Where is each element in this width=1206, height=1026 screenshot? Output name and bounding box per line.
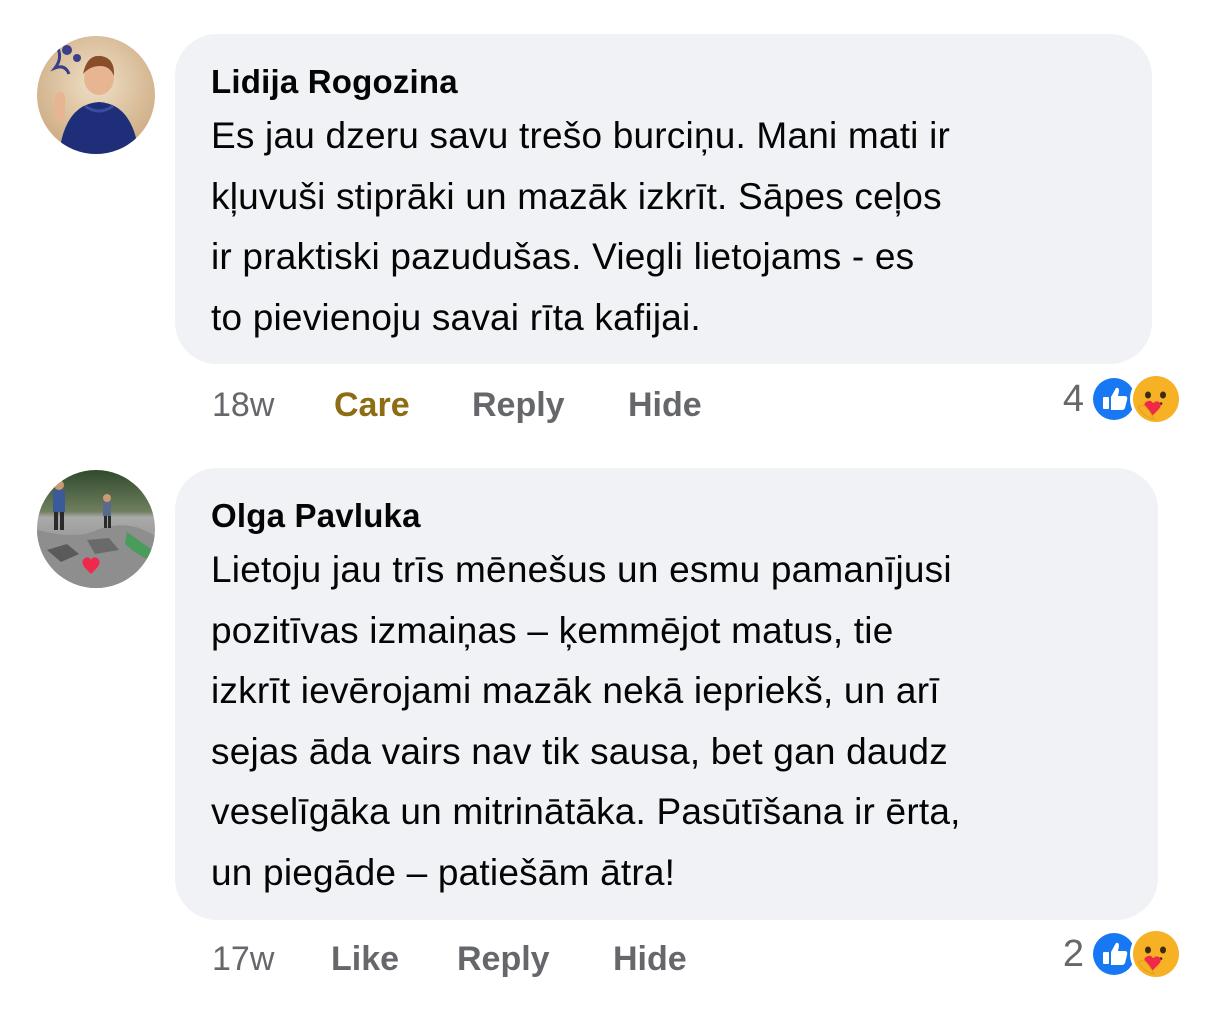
comment-timestamp[interactable]: 17w bbox=[212, 940, 331, 979]
care-reaction-button[interactable]: Care bbox=[334, 386, 472, 425]
comment-text: Es jau dzeru savu trešo burciņu. Mani ma… bbox=[211, 115, 951, 338]
reaction-count: 2 bbox=[1062, 932, 1084, 975]
comment-timestamp[interactable]: 18w bbox=[212, 386, 334, 425]
reaction-count: 4 bbox=[1062, 377, 1084, 420]
care-icon bbox=[1130, 373, 1182, 425]
comment-bubble: Olga Pavluka Lietoju jau trīs mēnešus un… bbox=[175, 468, 1158, 920]
comment-author[interactable]: Olga Pavluka bbox=[211, 496, 1124, 536]
reaction-summary[interactable]: 4 bbox=[1063, 371, 1184, 427]
reply-button[interactable]: Reply bbox=[457, 940, 613, 979]
reply-button[interactable]: Reply bbox=[472, 386, 628, 425]
comment-text: Lietoju jau trīs mēnešus un esmu pamanīj… bbox=[211, 549, 961, 893]
reaction-summary[interactable]: 2 bbox=[1063, 926, 1184, 982]
comment-actions: 18w Care Reply Hide bbox=[212, 383, 702, 427]
reaction-icons bbox=[1090, 928, 1184, 980]
hide-button[interactable]: Hide bbox=[613, 940, 687, 979]
reaction-icons bbox=[1090, 373, 1184, 425]
comments-page: Lidija Rogozina Es jau dzeru savu trešo … bbox=[0, 0, 1206, 1026]
comment-author[interactable]: Lidija Rogozina bbox=[211, 62, 1118, 102]
avatar[interactable] bbox=[37, 36, 155, 154]
like-button[interactable]: Like bbox=[331, 940, 457, 979]
comment-actions: 17w Like Reply Hide bbox=[212, 937, 687, 981]
comment-bubble: Lidija Rogozina Es jau dzeru savu trešo … bbox=[175, 34, 1152, 364]
avatar[interactable] bbox=[37, 470, 155, 588]
care-icon bbox=[1130, 928, 1182, 980]
hide-button[interactable]: Hide bbox=[628, 386, 702, 425]
